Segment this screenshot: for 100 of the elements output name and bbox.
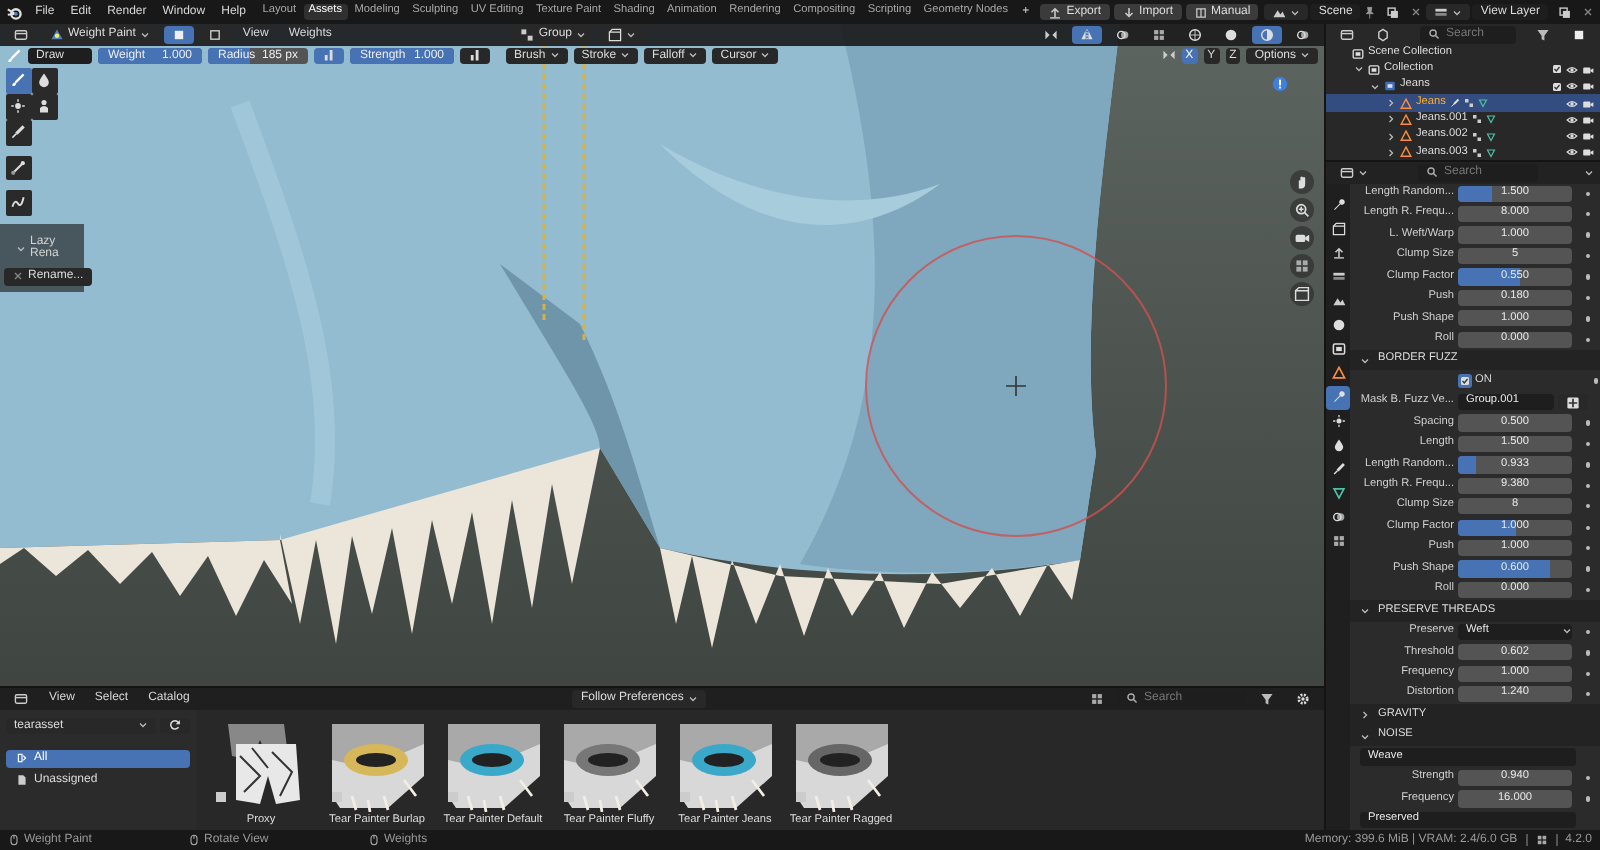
eye-icon [1566, 130, 1578, 143]
mountain-icon [1272, 5, 1287, 19]
view-layer-type-dropdown[interactable] [1426, 3, 1471, 21]
caret-icon [1300, 50, 1310, 61]
camera-view-button[interactable] [1290, 226, 1314, 250]
grid-icon [1090, 691, 1105, 706]
caret-icon [138, 720, 148, 731]
tool-button[interactable] [6, 68, 31, 93]
download-icon [1121, 5, 1136, 19]
window-icon [14, 27, 28, 42]
collection-icon [1331, 342, 1345, 356]
sun-icon [10, 98, 27, 115]
vertex-groups-icon [1471, 131, 1482, 142]
pan-button[interactable] [1290, 170, 1314, 194]
keyframe-dot [1586, 545, 1591, 551]
vertex-toggle[interactable] [199, 26, 230, 43]
camera-icon [1582, 63, 1594, 76]
triangle-icon [1331, 486, 1345, 500]
caret-icon [576, 29, 586, 40]
keyframe-dot [1586, 629, 1591, 635]
caret-icon [688, 50, 699, 61]
search-icon [1426, 166, 1438, 179]
extensions-icon [1535, 834, 1548, 846]
layers-icon [1331, 270, 1345, 284]
keyframe-dot [1586, 274, 1591, 280]
checkbox-icon [1459, 376, 1470, 387]
upload-icon [1048, 5, 1063, 19]
vertex-groups-icon [1463, 98, 1474, 109]
perspective-button[interactable] [1290, 282, 1314, 306]
window-icon [1340, 27, 1354, 42]
sun-icon [1331, 414, 1345, 428]
eye-icon [1566, 113, 1578, 126]
camera-icon [1582, 97, 1594, 110]
material-shading-button[interactable] [1252, 26, 1282, 43]
keyframe-dot [1586, 337, 1591, 342]
checkbox-icon [1552, 81, 1562, 92]
square-icon [171, 27, 186, 42]
upload-icon [1331, 246, 1345, 260]
caret-icon [760, 50, 771, 61]
caret-icon [1452, 7, 1463, 17]
keyframe-dot [1586, 253, 1591, 259]
property-tab[interactable] [1326, 385, 1350, 409]
mouse-icon [188, 834, 200, 846]
copy-icon [1557, 5, 1572, 19]
camera-icon [1294, 230, 1310, 246]
search-icon [1126, 692, 1139, 705]
pin-icon [1362, 5, 1377, 19]
eye-icon [1566, 80, 1578, 93]
collection-icon [1368, 63, 1380, 76]
square-icon [207, 27, 222, 42]
cube-icon [608, 27, 622, 42]
keyframe-dot [1586, 462, 1591, 468]
eye-icon [1566, 63, 1578, 76]
book-icon [1193, 5, 1208, 19]
keyframe-dot [1586, 232, 1591, 238]
vertex-groups-icon [1471, 114, 1482, 125]
tool-button[interactable] [6, 155, 31, 180]
grid-view-button[interactable] [1290, 254, 1314, 278]
brush-icon [6, 47, 22, 64]
mouse-icon [8, 834, 20, 846]
overlay-icon [1116, 27, 1130, 42]
tool-button[interactable] [32, 68, 57, 93]
refresh-icon [168, 718, 182, 733]
keyframe-dot [1586, 650, 1591, 656]
property-tab[interactable] [1326, 361, 1350, 385]
grid-icon [1331, 534, 1345, 548]
scene-type-dropdown[interactable] [1264, 3, 1309, 21]
zoom-icon [1294, 202, 1310, 218]
zoom-button[interactable] [1290, 198, 1314, 222]
camera-icon [1582, 130, 1594, 143]
window-icon [14, 691, 28, 706]
keyframe-dot [1586, 671, 1591, 676]
keyframe-dot [1586, 525, 1591, 530]
collection-icon [1384, 80, 1396, 93]
info-icon [1272, 76, 1288, 92]
caret-icon [1584, 167, 1594, 178]
grid-icon [1294, 258, 1310, 274]
sphere-icon [1260, 27, 1274, 42]
filter-icon [1536, 27, 1550, 42]
hexagon-icon [1376, 27, 1390, 42]
checkbox-icon [1552, 64, 1562, 75]
drop-icon [36, 72, 53, 89]
keyframe-dot [1586, 441, 1591, 447]
keyframe-dot [1586, 587, 1591, 593]
mask-toggle[interactable] [163, 26, 194, 43]
camera-icon [1582, 113, 1594, 126]
tool-button[interactable] [6, 120, 31, 145]
mouse-icon [368, 834, 380, 846]
app-logo-icon [6, 3, 24, 21]
close-icon [1410, 6, 1423, 18]
snap-toggle[interactable] [1072, 26, 1102, 43]
keyframe-dot [1586, 316, 1591, 322]
layers-icon [1434, 5, 1449, 19]
brush-icon [10, 72, 27, 89]
checkbox[interactable] [1458, 374, 1471, 388]
group-icon [520, 27, 535, 42]
close-icon [1581, 6, 1594, 18]
tool-button[interactable] [6, 190, 31, 215]
eye-icon [1566, 97, 1578, 110]
caret-icon [139, 29, 150, 40]
